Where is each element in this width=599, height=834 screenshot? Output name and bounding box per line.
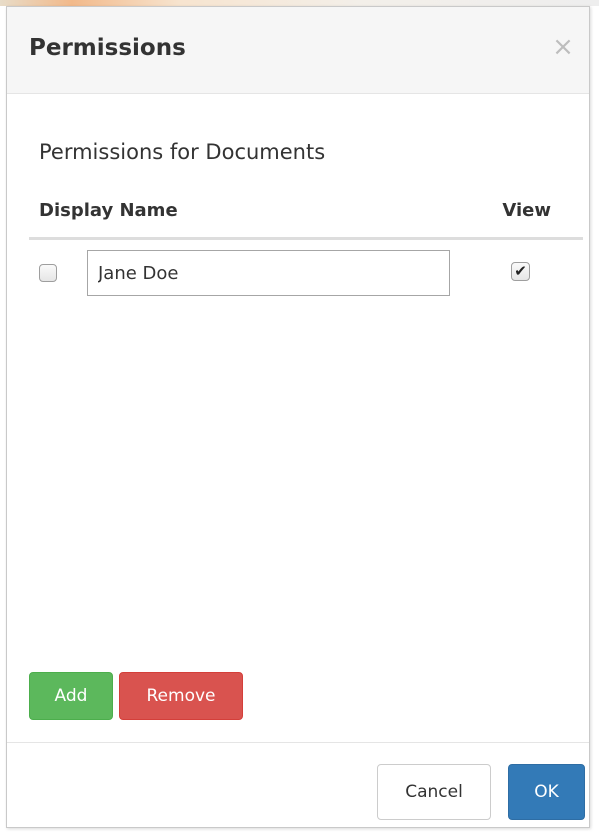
ok-button[interactable]: OK (508, 764, 585, 820)
checkmark-icon: ✔ (514, 262, 527, 280)
footer-divider (7, 742, 589, 743)
row-select-checkbox[interactable] (39, 264, 57, 282)
column-header-display-name: Display Name (39, 200, 178, 221)
display-name-input[interactable] (87, 250, 450, 296)
dialog-title: Permissions (29, 35, 186, 61)
add-button[interactable]: Add (29, 672, 113, 720)
permissions-dialog: Permissions × Permissions for Documents … (6, 6, 590, 828)
remove-button[interactable]: Remove (119, 672, 243, 720)
close-icon[interactable]: × (551, 34, 575, 60)
view-checkbox[interactable]: ✔ (511, 262, 530, 281)
column-header-view: View (502, 200, 551, 221)
section-title: Permissions for Documents (39, 140, 326, 164)
table-header-divider (29, 237, 583, 240)
dialog-header: Permissions × (7, 7, 589, 94)
cancel-button[interactable]: Cancel (377, 764, 491, 820)
